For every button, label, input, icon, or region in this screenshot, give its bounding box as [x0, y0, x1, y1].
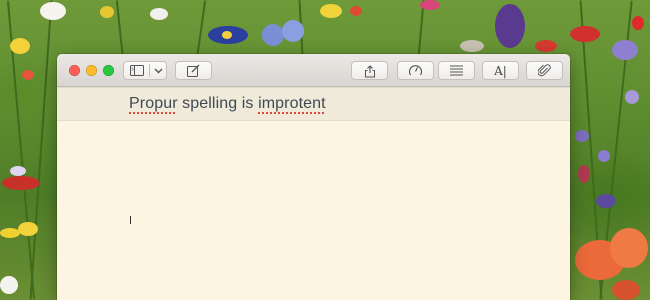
zoom-window-button[interactable] [103, 65, 114, 76]
format-button[interactable]: A| [482, 61, 519, 80]
attachment-button[interactable] [526, 61, 563, 80]
close-window-button[interactable] [69, 65, 80, 76]
list-icon [450, 65, 463, 76]
note-title-line[interactable]: Propur spelling is improtent [57, 87, 570, 121]
lock-note-button[interactable] [397, 61, 434, 80]
gauge-icon [408, 64, 423, 77]
minimize-window-button[interactable] [86, 65, 97, 76]
sidebar-toggle-button[interactable] [123, 61, 167, 80]
text-format-icon: A| [494, 63, 507, 78]
checklist-button[interactable] [438, 61, 475, 80]
chevron-down-icon[interactable] [154, 68, 163, 74]
compose-icon [187, 64, 200, 77]
sidebar-icon [130, 65, 144, 76]
share-button[interactable] [351, 61, 388, 80]
misspelled-word[interactable]: Propur [129, 95, 178, 112]
share-icon [364, 64, 376, 78]
paperclip-icon [538, 64, 551, 77]
notes-window: A| Propur spelling is improtent [57, 54, 570, 300]
text-cursor [130, 216, 131, 224]
new-note-button[interactable] [175, 61, 212, 80]
note-text-segment: spelling is [177, 95, 259, 112]
misspelled-word[interactable]: improtent [258, 95, 326, 112]
note-title-text: Propur spelling is improtent [129, 95, 326, 113]
toolbar: A| [57, 54, 570, 87]
